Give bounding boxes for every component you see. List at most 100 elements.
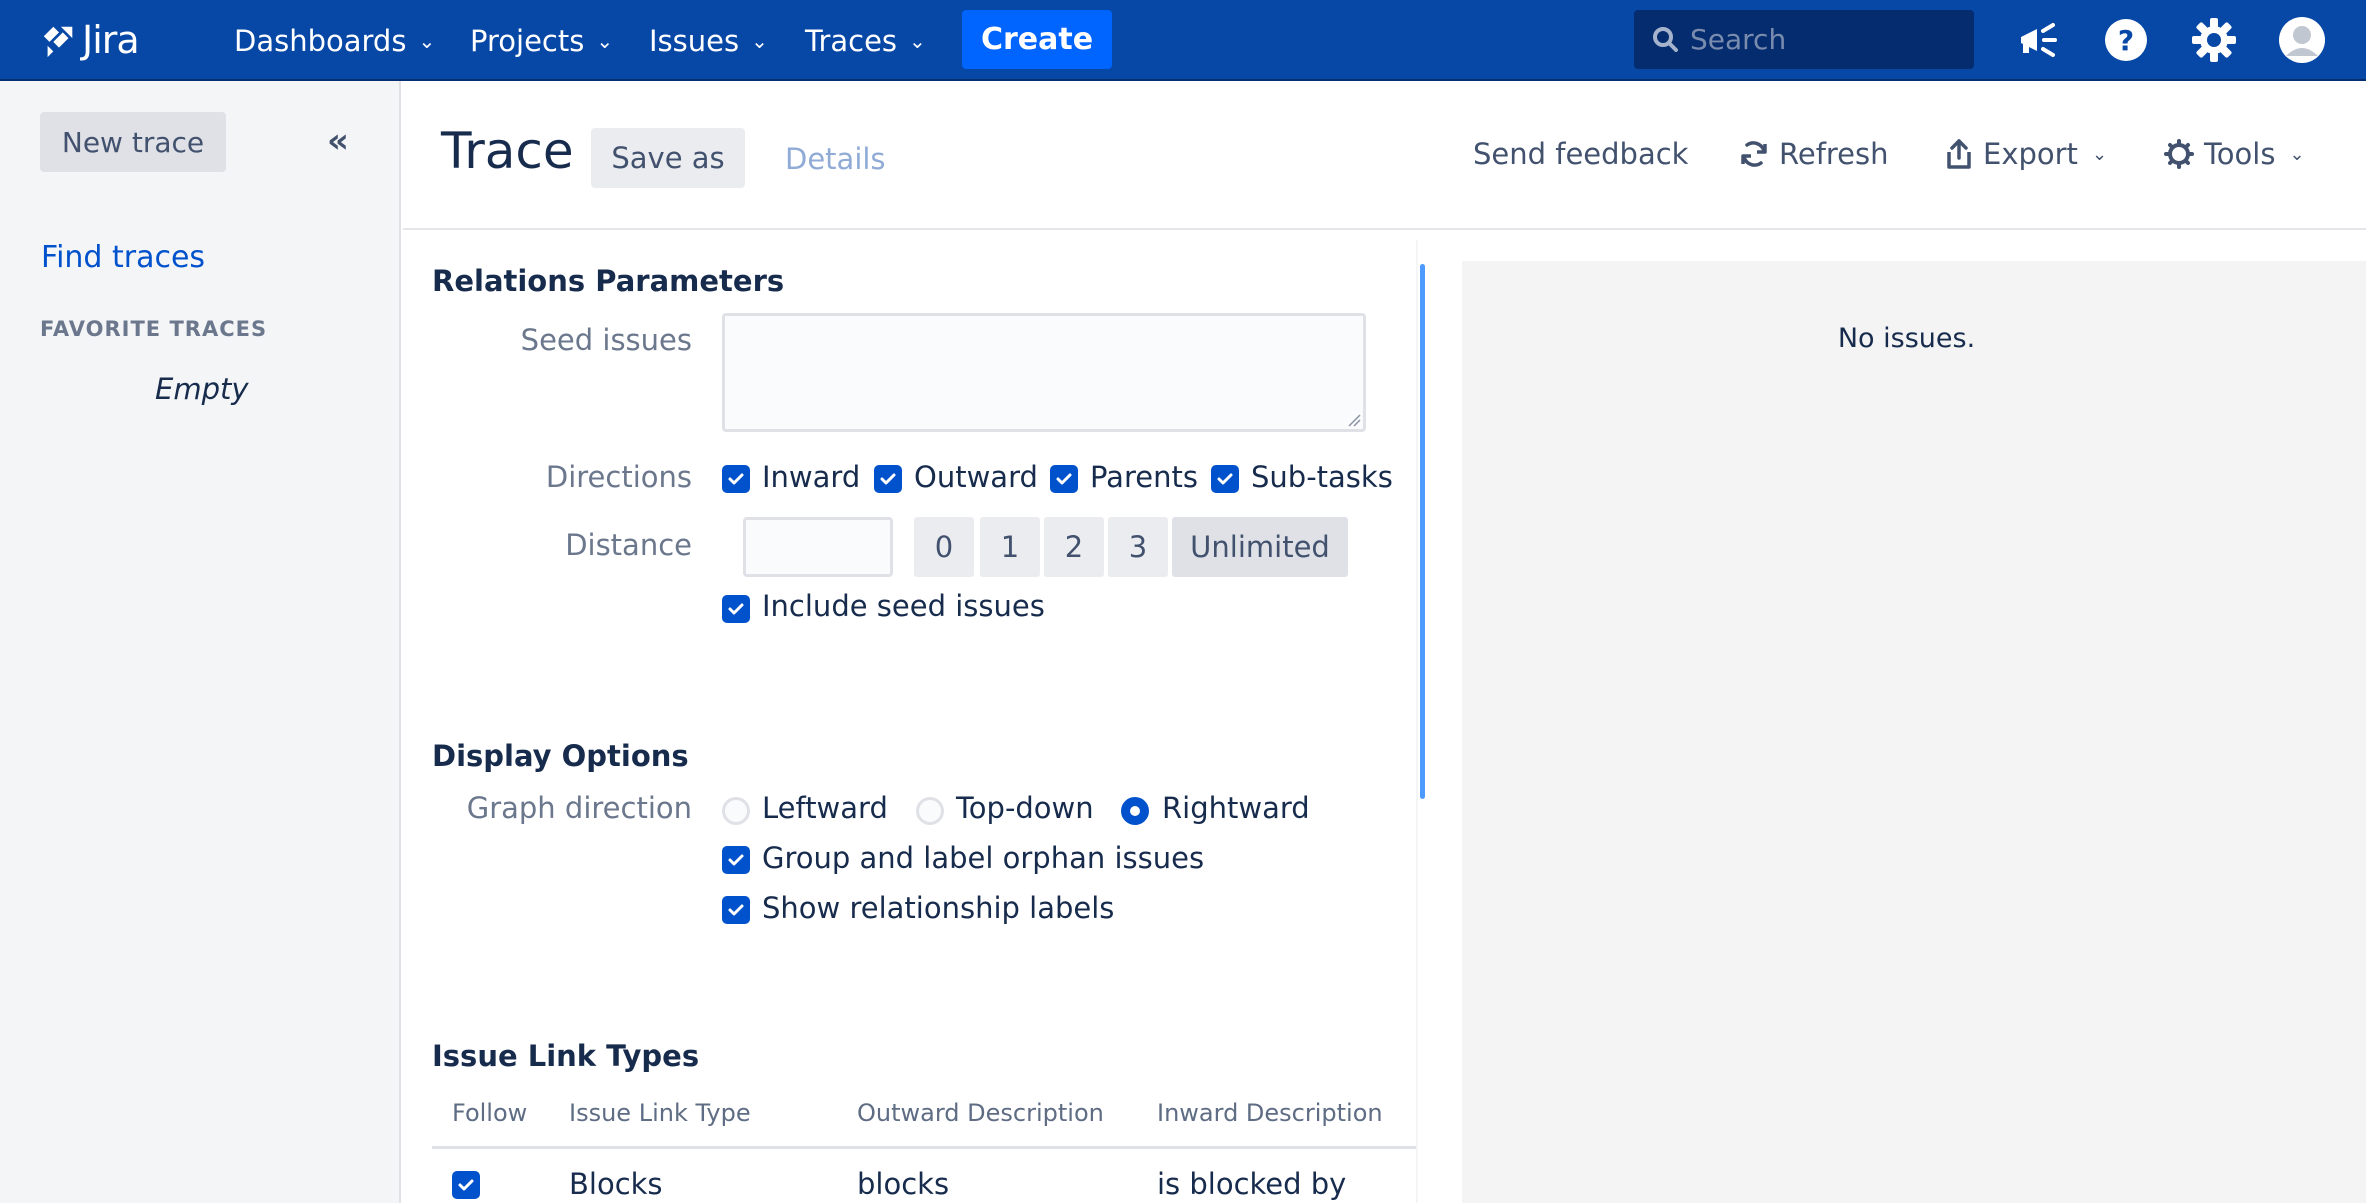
nav-menu-label: Issues [649, 24, 740, 58]
find-traces-link[interactable]: Find traces [41, 240, 205, 275]
parents-checkbox[interactable] [1050, 465, 1078, 493]
favorite-traces-empty: Empty [155, 372, 249, 406]
sub-tasks-checkbox[interactable] [1211, 465, 1239, 493]
chevron-down-icon: ⌄ [596, 29, 614, 53]
follow-blocks-checkbox[interactable] [452, 1171, 480, 1199]
sub-tasks-label: Sub-tasks [1251, 460, 1393, 494]
chevron-down-icon: ⌄ [2091, 143, 2108, 165]
rightward-label: Rightward [1162, 791, 1310, 825]
show-relationship-labels-checkbox[interactable] [722, 896, 750, 924]
column-header-outward-description[interactable]: Outward Description [857, 1099, 1104, 1127]
graph-direction-label: Graph direction [466, 791, 692, 825]
nav-menu-dashboards[interactable]: Dashboards ⌄ [234, 22, 435, 60]
search-input[interactable] [1690, 23, 1950, 56]
chevron-down-icon: ⌄ [418, 29, 436, 53]
display-options-heading: Display Options [432, 739, 689, 773]
column-header-follow[interactable]: Follow [452, 1099, 527, 1127]
nav-menu-issues[interactable]: Issues ⌄ [649, 22, 768, 60]
rightward-radio[interactable] [1121, 797, 1149, 825]
send-feedback-button[interactable]: Send feedback [1473, 136, 1688, 172]
settings-gear-icon[interactable] [2190, 16, 2238, 64]
app-name: Jira [82, 18, 140, 62]
nav-menu-projects[interactable]: Projects ⌄ [470, 22, 613, 60]
form-scrollbar[interactable] [1420, 264, 1425, 799]
collapse-sidebar-icon[interactable]: « [327, 121, 349, 161]
link-type-cell: Blocks [569, 1167, 663, 1201]
parents-label: Parents [1090, 460, 1198, 494]
export-icon [1947, 139, 1971, 169]
tools-label: Tools [2204, 137, 2276, 171]
sidebar: New trace « Find traces FAVORITE TRACES … [0, 81, 401, 1203]
favorite-traces-heading: FAVORITE TRACES [40, 317, 268, 341]
megaphone-icon[interactable] [2014, 16, 2062, 64]
inward-description-cell: is blocked by [1157, 1167, 1347, 1201]
top-navigation-bar: Jira Dashboards ⌄ Projects ⌄ Issues ⌄ Tr… [0, 0, 2366, 81]
nav-menu-traces[interactable]: Traces ⌄ [805, 22, 926, 60]
distance-label: Distance [565, 528, 692, 562]
save-as-button[interactable]: Save as [591, 128, 745, 188]
checkmark-icon [1217, 473, 1233, 485]
checkmark-icon [1056, 473, 1072, 485]
seed-issues-label: Seed issues [520, 323, 692, 357]
top-down-radio[interactable] [916, 797, 944, 825]
jira-logo[interactable]: Jira [40, 18, 140, 62]
column-header-issue-link-type[interactable]: Issue Link Type [569, 1099, 751, 1127]
chevron-down-icon: ⌄ [2289, 143, 2305, 165]
inward-label: Inward [762, 460, 861, 494]
group-orphans-label: Group and label orphan issues [762, 841, 1205, 875]
no-issues-message: No issues. [1837, 323, 1976, 354]
group-orphans-checkbox[interactable] [722, 846, 750, 874]
distance-option-0[interactable]: 0 [914, 517, 974, 577]
issue-link-types-heading: Issue Link Types [432, 1039, 700, 1073]
distance-option-3[interactable]: 3 [1108, 517, 1168, 577]
page-title: Trace [441, 122, 574, 180]
export-label: Export [1983, 137, 2078, 171]
header-divider [403, 228, 2366, 230]
search-box[interactable] [1634, 10, 1974, 69]
search-icon [1653, 26, 1678, 52]
resize-grip-icon [1348, 414, 1361, 427]
form-panel-edge [1416, 240, 1418, 1203]
include-seed-issues-checkbox[interactable] [722, 595, 750, 623]
show-relationship-labels-label: Show relationship labels [762, 891, 1115, 925]
chevron-down-icon: ⌄ [909, 29, 926, 53]
refresh-icon [1741, 141, 1767, 167]
refresh-button[interactable]: Refresh [1739, 136, 1889, 172]
relations-parameters-heading: Relations Parameters [432, 264, 785, 298]
nav-menu-label: Projects [470, 24, 585, 58]
leftward-radio[interactable] [722, 797, 750, 825]
distance-option-1[interactable]: 1 [980, 517, 1040, 577]
tools-menu-button[interactable]: Tools ⌄ [2164, 136, 2305, 172]
checkmark-icon [458, 1179, 474, 1191]
new-trace-button[interactable]: New trace [40, 112, 226, 172]
checkmark-icon [728, 603, 744, 615]
create-button[interactable]: Create [962, 10, 1112, 69]
outward-label: Outward [914, 460, 1038, 494]
column-header-inward-description[interactable]: Inward Description [1157, 1099, 1383, 1127]
refresh-label: Refresh [1779, 137, 1889, 171]
help-icon[interactable]: ? [2102, 16, 2150, 64]
user-avatar-icon[interactable] [2278, 16, 2326, 64]
send-feedback-label: Send feedback [1473, 137, 1689, 171]
nav-menu-label: Dashboards [234, 24, 407, 58]
svg-text:?: ? [2118, 24, 2134, 57]
seed-issues-field[interactable] [722, 313, 1366, 432]
gear-icon [2164, 139, 2194, 169]
checkmark-icon [728, 473, 744, 485]
chevron-down-icon: ⌄ [751, 29, 768, 53]
outward-checkbox[interactable] [874, 465, 902, 493]
top-down-label: Top-down [956, 791, 1094, 825]
table-header-rule [432, 1146, 1416, 1149]
details-link[interactable]: Details [785, 142, 886, 176]
outward-description-cell: blocks [857, 1167, 950, 1201]
export-menu-button[interactable]: Export ⌄ [1945, 136, 2107, 172]
inward-checkbox[interactable] [722, 465, 750, 493]
directions-label: Directions [545, 460, 692, 494]
checkmark-icon [880, 473, 896, 485]
leftward-label: Leftward [762, 791, 888, 825]
jira-logo-icon [43, 26, 73, 58]
distance-option-2[interactable]: 2 [1044, 517, 1104, 577]
distance-option-unlimited[interactable]: Unlimited [1172, 517, 1348, 577]
distance-input[interactable] [743, 517, 893, 577]
checkmark-icon [728, 854, 744, 866]
